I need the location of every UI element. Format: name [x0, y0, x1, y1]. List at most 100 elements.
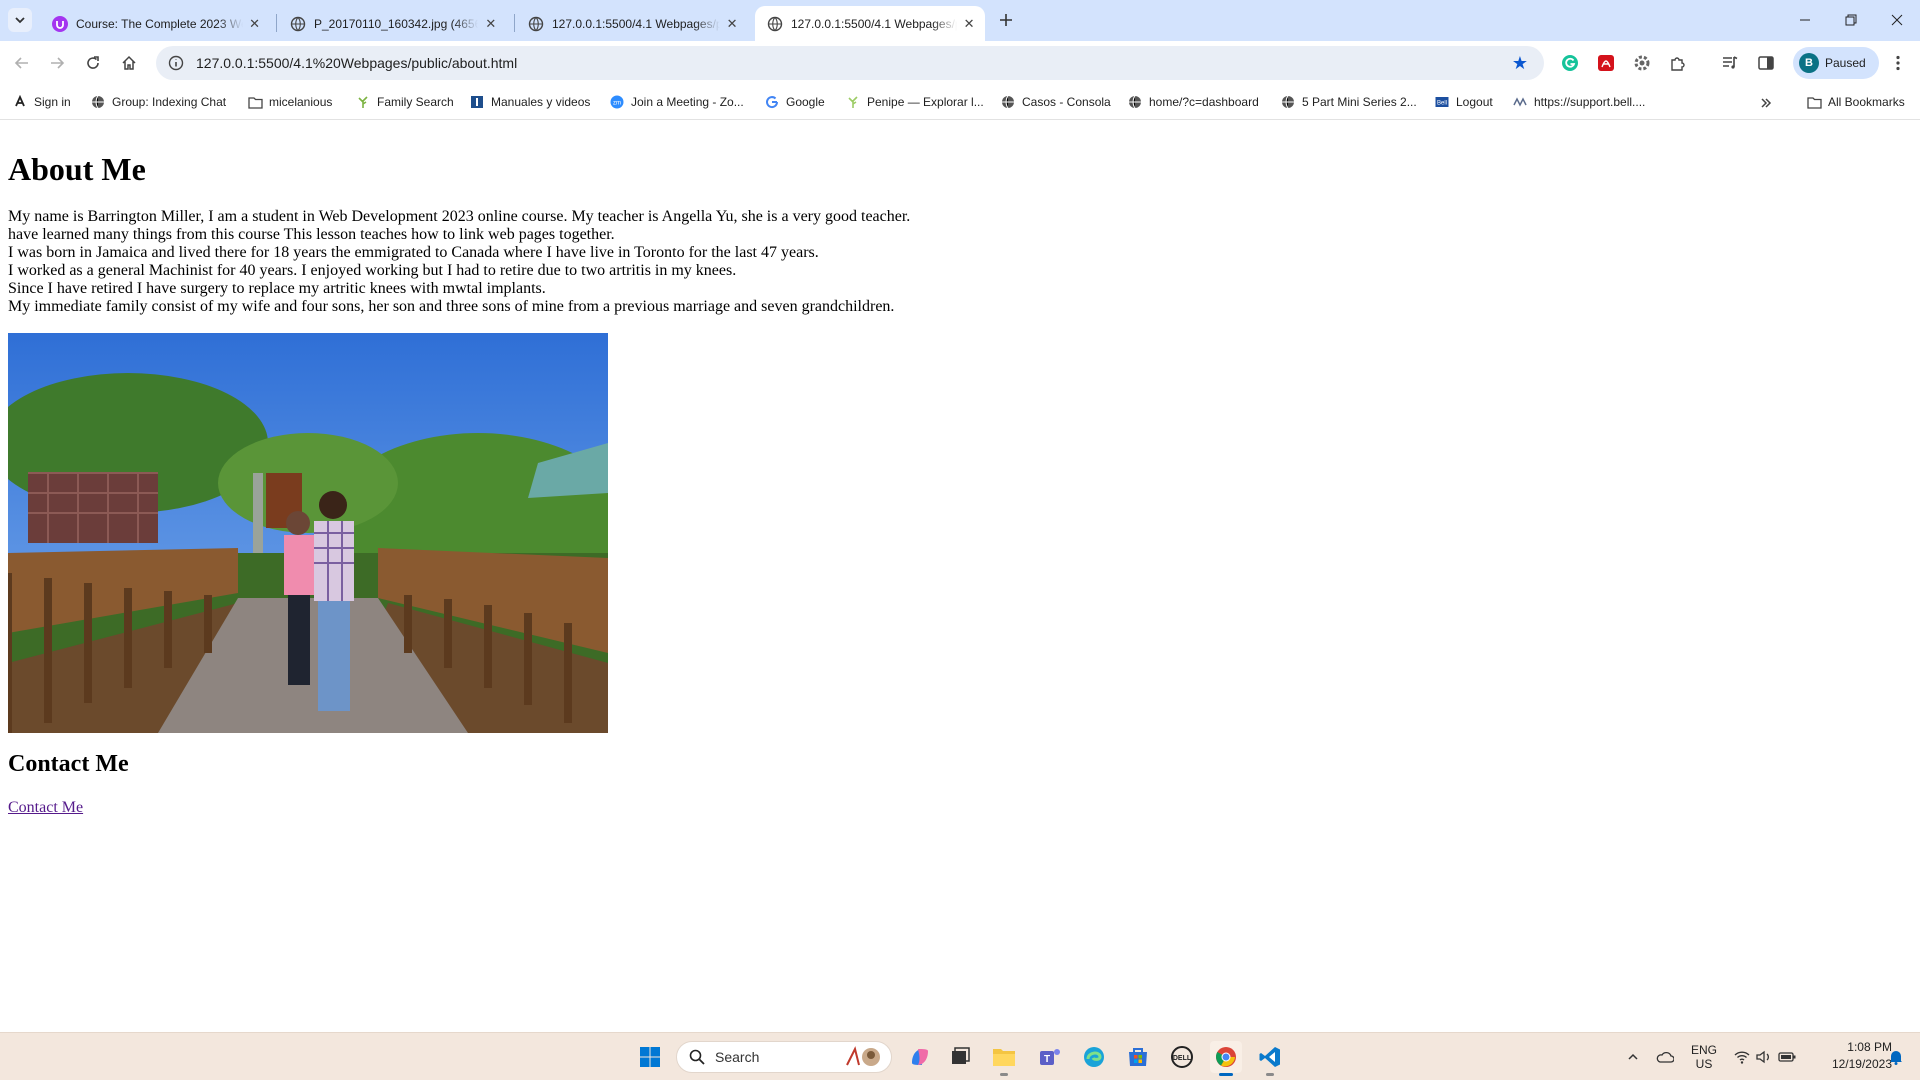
file-explorer-icon[interactable]: [988, 1041, 1020, 1076]
chevron-double-right-icon: [1761, 98, 1772, 108]
chrome-icon[interactable]: [1210, 1041, 1242, 1076]
home-button[interactable]: [115, 49, 143, 77]
battery-icon[interactable]: [1776, 1043, 1798, 1071]
bookmark-zoom[interactable]: zm Join a Meeting - Zo...: [609, 92, 744, 112]
forward-button[interactable]: [43, 49, 71, 77]
dell-icon[interactable]: DELL: [1166, 1041, 1198, 1073]
close-icon[interactable]: ✕: [963, 15, 975, 33]
arrow-right-icon: [51, 57, 65, 69]
bookmark-sign-in[interactable]: Sign in: [12, 92, 71, 112]
vscode-icon[interactable]: [1254, 1041, 1286, 1076]
windows-logo-icon: [640, 1047, 660, 1067]
bookmark-label: Family Search: [377, 95, 454, 109]
close-icon[interactable]: ✕: [726, 15, 738, 33]
bookmark-label: Join a Meeting - Zo...: [631, 95, 744, 109]
profile-button[interactable]: B Paused: [1793, 47, 1879, 79]
bookmark-casos[interactable]: Casos - Consola: [1000, 92, 1111, 112]
windows-taskbar: Search T DELL ENG US 1:08 PM 12/19/2023: [0, 1032, 1920, 1080]
show-hidden-icons-button[interactable]: [1624, 1043, 1642, 1071]
bookmark-home-dashboard[interactable]: home/?c=dashboard: [1127, 92, 1259, 112]
system-clock[interactable]: 1:08 PM 12/19/2023: [1802, 1039, 1892, 1073]
bookmark-google[interactable]: Google: [764, 92, 825, 112]
clock-date: 12/19/2023: [1831, 1057, 1892, 1071]
minimize-icon: [1800, 19, 1810, 21]
tab-title: P_20170110_160342.jpg (4656×3492): [314, 16, 478, 31]
bookmark-manuales[interactable]: Manuales y videos: [469, 92, 590, 112]
volume-icon[interactable]: [1754, 1043, 1774, 1071]
site-icon: [1512, 94, 1528, 110]
globe-icon: [1000, 94, 1016, 110]
tab-index[interactable]: 127.0.0.1:5500/4.1 Webpages/public/index…: [516, 6, 748, 41]
tab-search-button[interactable]: [8, 8, 32, 32]
adobe-acrobat-icon[interactable]: [1596, 53, 1616, 73]
bookmark-mini-series[interactable]: 5 Part Mini Series 2...: [1280, 92, 1417, 112]
bookmark-support-bell[interactable]: https://support.bell....: [1512, 92, 1645, 112]
notification-bell-icon[interactable]: [1884, 1043, 1908, 1071]
close-icon: [1891, 14, 1903, 26]
contact-me-link[interactable]: Contact Me: [8, 799, 83, 817]
more-vertical-icon: [1896, 55, 1900, 71]
wifi-icon[interactable]: [1732, 1043, 1752, 1071]
avatar: B: [1799, 53, 1819, 73]
all-bookmarks-button[interactable]: All Bookmarks: [1806, 92, 1905, 112]
bookmark-label: Logout: [1456, 95, 1493, 109]
profile-status: Paused: [1825, 56, 1866, 70]
bookmarks-bar: Sign in Group: Indexing Chat micelanious…: [0, 85, 1920, 120]
language-indicator[interactable]: ENG US: [1688, 1043, 1720, 1071]
tab-course[interactable]: Course: The Complete 2023 Web Developmen…: [40, 6, 270, 41]
bookmark-label: 5 Part Mini Series 2...: [1302, 95, 1417, 109]
reload-button[interactable]: [79, 49, 107, 77]
bookmark-label: Group: Indexing Chat: [112, 95, 227, 109]
copilot-icon[interactable]: [904, 1041, 936, 1073]
restore-icon: [1845, 14, 1857, 26]
bio-line: My name is Barrington Miller, I am a stu…: [8, 208, 911, 225]
bookmark-family-search[interactable]: Family Search: [355, 92, 454, 112]
microsoft-store-icon[interactable]: [1122, 1041, 1154, 1073]
minimize-button[interactable]: [1782, 0, 1828, 40]
browser-menu-button[interactable]: [1886, 53, 1910, 73]
info-icon[interactable]: [166, 53, 186, 73]
task-view-icon[interactable]: [944, 1041, 976, 1073]
back-button[interactable]: [8, 49, 36, 77]
tab-about-active[interactable]: 127.0.0.1:5500/4.1 Webpages/public/about…: [755, 6, 985, 41]
bookmark-folder-micelanious[interactable]: micelanious: [247, 92, 332, 112]
reload-icon: [87, 56, 99, 69]
bookmark-indexing-chat[interactable]: Group: Indexing Chat: [90, 92, 226, 112]
folder-icon: [1806, 94, 1822, 110]
tab-separator: [514, 14, 515, 32]
language-bottom: US: [1695, 1057, 1713, 1071]
start-button[interactable]: [634, 1041, 666, 1073]
tab-title: Course: The Complete 2023 Web Developmen…: [76, 16, 243, 31]
bio-line: I worked as a general Machinist for 40 y…: [8, 262, 737, 279]
contact-heading: Contact Me: [8, 751, 129, 777]
side-panel-icon[interactable]: [1756, 53, 1776, 73]
extension-gear-icon[interactable]: [1632, 53, 1652, 73]
url-text[interactable]: 127.0.0.1:5500/4.1%20Webpages/public/abo…: [196, 55, 517, 71]
edge-icon[interactable]: [1078, 1041, 1110, 1073]
bookmark-logout[interactable]: Bell Logout: [1434, 92, 1493, 112]
teams-icon[interactable]: T: [1034, 1041, 1066, 1073]
bio-line: I was born in Jamaica and lived there fo…: [8, 244, 819, 261]
web-page-content: About Me My name is Barrington Miller, I…: [0, 121, 1920, 1032]
close-icon[interactable]: ✕: [484, 15, 498, 33]
grammarly-icon[interactable]: [1560, 53, 1580, 73]
new-tab-button[interactable]: [994, 8, 1018, 32]
close-window-button[interactable]: [1874, 0, 1920, 40]
bookmark-label: Casos - Consola: [1022, 95, 1111, 109]
bookmark-penipe[interactable]: Penipe — Explorar l...: [845, 92, 984, 112]
puzzle-extensions-icon[interactable]: [1668, 53, 1688, 73]
bookmark-label: home/?c=dashboard: [1149, 95, 1259, 109]
onedrive-icon[interactable]: [1654, 1043, 1676, 1071]
close-icon[interactable]: ✕: [249, 15, 260, 33]
bookmarks-overflow-button[interactable]: [1756, 93, 1776, 113]
tree-icon: [355, 94, 371, 110]
bio-line: My immediate family consist of my wife a…: [8, 298, 895, 315]
media-control-icon[interactable]: [1720, 53, 1740, 73]
tab-separator: [276, 14, 277, 32]
restore-button[interactable]: [1828, 0, 1874, 40]
tab-photo[interactable]: P_20170110_160342.jpg (4656×3492) ✕: [278, 6, 508, 41]
bookmark-label: Penipe — Explorar l...: [867, 95, 984, 109]
address-bar[interactable]: 127.0.0.1:5500/4.1%20Webpages/public/abo…: [156, 46, 1544, 80]
bookmark-star-icon[interactable]: ★: [1510, 53, 1530, 73]
taskbar-search[interactable]: Search: [676, 1041, 892, 1073]
